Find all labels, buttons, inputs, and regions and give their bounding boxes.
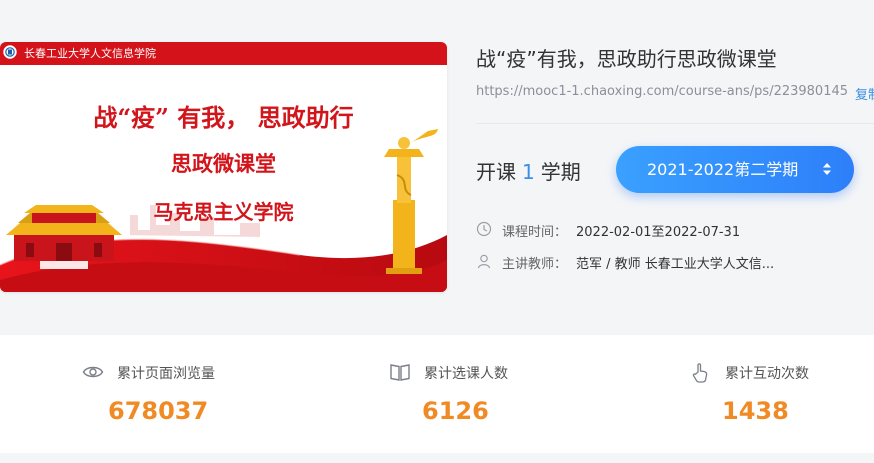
book-icon	[390, 364, 410, 381]
eye-icon	[82, 366, 104, 378]
cover-department: 马克思主义学院	[153, 200, 294, 224]
session-suffix: 学期	[540, 160, 581, 184]
user-icon	[477, 254, 491, 269]
university-name: 长春工业大学人文信息学院	[24, 47, 156, 60]
term-select[interactable]: 2021-2022第二学期	[616, 146, 854, 193]
sort-caret-icon	[823, 163, 831, 175]
clock-icon	[476, 221, 492, 237]
university-strip: 长春工业大学人文信息学院	[0, 42, 447, 65]
stat-value: 678037	[108, 397, 209, 425]
stat-label: 累计互动次数	[725, 366, 809, 382]
course-time-value: 2022-02-01至2022-07-31	[576, 225, 741, 240]
course-title: 战“疫”有我，思政助行思政微课堂	[476, 47, 777, 71]
session-number: 1	[522, 160, 535, 184]
session-prefix: 开课	[476, 160, 516, 184]
teacher-value: 范军 / 教师 长春工业大学人文信...	[576, 257, 775, 272]
university-seal-icon	[3, 45, 17, 59]
cover-subheadline: 思政微课堂	[171, 151, 276, 176]
tap-hand-icon	[692, 363, 708, 383]
copy-url-link[interactable]: 复制	[855, 84, 874, 103]
session-count: 开课 1 学期	[476, 156, 581, 185]
course-header: 长春工业大学人文信息学院 战“疫” 有我， 思政助行 思政微课堂 马克思主义学院…	[0, 0, 874, 322]
cover-headline: 战“疫” 有我， 思政助行	[93, 103, 354, 132]
course-cover-image[interactable]: 长春工业大学人文信息学院 战“疫” 有我， 思政助行 思政微课堂 马克思主义学院	[0, 42, 447, 292]
divider	[476, 123, 874, 124]
term-select-value: 2021-2022第二学期	[647, 160, 799, 179]
course-stats-panel: 累计页面浏览量 678037 累计选课人数 6126 累计互动次数 1438	[0, 335, 874, 453]
stat-label: 累计选课人数	[424, 366, 508, 382]
stat-value: 6126	[422, 397, 489, 425]
stat-value: 1438	[722, 397, 789, 425]
stat-label: 累计页面浏览量	[117, 366, 215, 382]
teacher-label: 主讲教师：	[502, 257, 568, 272]
course-time-label: 课程时间：	[502, 225, 568, 240]
course-url: https://mooc1-1.chaoxing.com/course-ans/…	[476, 84, 849, 99]
